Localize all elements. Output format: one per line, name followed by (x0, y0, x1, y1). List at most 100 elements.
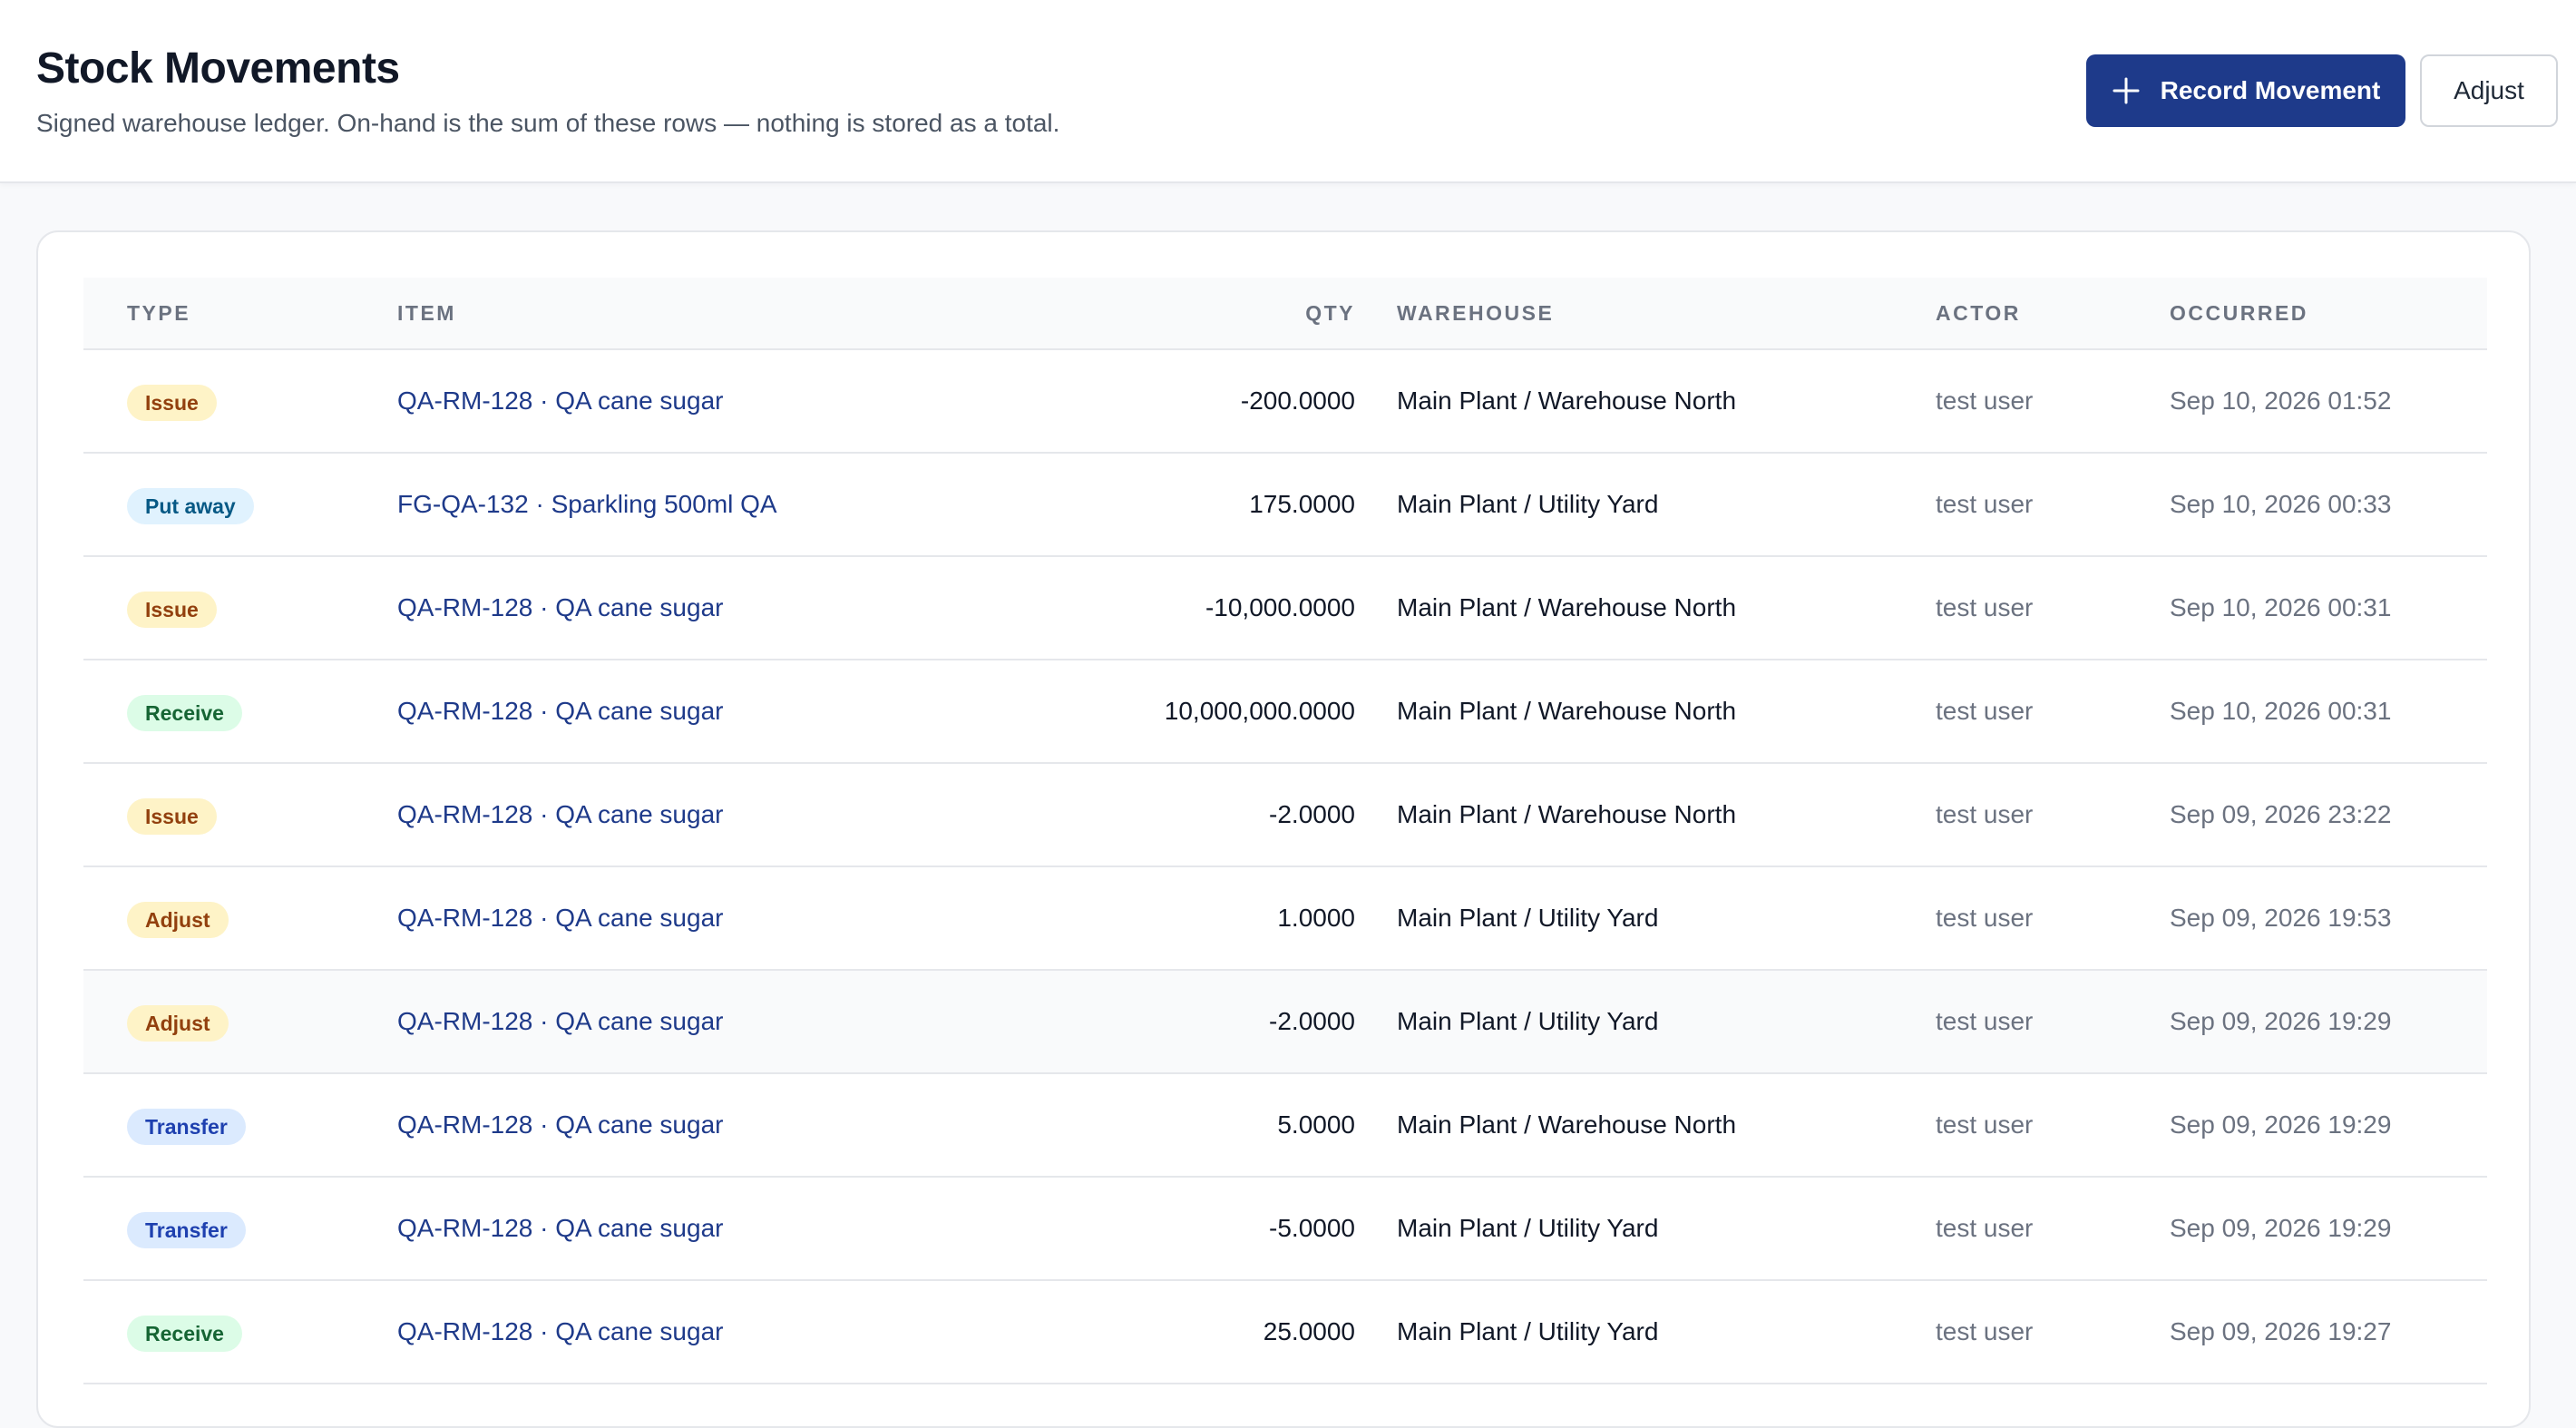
item-cell: QA-RM-128 · QA cane sugar (397, 971, 723, 1072)
table-row[interactable]: Receive QA-RM-128 · QA cane sugar 10,000,0… (83, 660, 2487, 764)
table-row[interactable]: Put away FG-QA-132 · Sparkling 500ml QA 17… (83, 454, 2487, 557)
column-header-qty[interactable]: QTY (1305, 278, 1355, 348)
plus-icon (2113, 77, 2140, 104)
movements-table: TYPE ITEM QTY WAREHOUSE ACTOR OCCURRED I… (83, 278, 2487, 1384)
page-title: Stock Movements (36, 44, 400, 93)
actor-cell: test user (1936, 1007, 2034, 1035)
item-cell: QA-RM-128 · QA cane sugar (397, 1074, 723, 1176)
qty-cell: 1.0000 (1277, 904, 1355, 932)
item-cell: QA-RM-128 · QA cane sugar (397, 1281, 723, 1383)
table-row[interactable]: Transfer QA-RM-128 · QA cane sugar -5.0000… (83, 1178, 2487, 1281)
warehouse-cell: Main Plant / Utility Yard (1397, 490, 1659, 518)
item-link[interactable]: QA-RM-128 · QA cane sugar (397, 593, 723, 621)
table-row[interactable]: Adjust QA-RM-128 · QA cane sugar -2.0000 Ma… (83, 971, 2487, 1074)
occurred-cell: Sep 10, 2026 00:33 (2170, 490, 2392, 518)
warehouse-cell: Main Plant / Warehouse North (1397, 386, 1737, 415)
item-link[interactable]: QA-RM-128 · QA cane sugar (397, 1007, 723, 1035)
adjust-label: Adjust (2454, 76, 2524, 104)
occurred-cell: Sep 10, 2026 00:31 (2170, 593, 2392, 621)
warehouse-cell: Main Plant / Utility Yard (1397, 904, 1659, 932)
type-badge: Issue (127, 384, 217, 421)
column-header-type[interactable]: TYPE (127, 278, 190, 348)
warehouse-cell: Main Plant / Warehouse North (1397, 1110, 1737, 1139)
type-badge: Adjust (127, 1004, 229, 1042)
item-cell: QA-RM-128 · QA cane sugar (397, 867, 723, 969)
item-cell: QA-RM-128 · QA cane sugar (397, 660, 723, 762)
actor-cell: test user (1936, 800, 2034, 828)
column-header-item[interactable]: ITEM (397, 278, 456, 348)
table-row[interactable]: Issue QA-RM-128 · QA cane sugar -2.0000 Mai… (83, 764, 2487, 867)
page-header: Stock Movements Signed warehouse ledger.… (0, 0, 2576, 183)
actor-cell: test user (1936, 386, 2034, 415)
type-badge: Transfer (127, 1108, 246, 1145)
actor-cell: test user (1936, 904, 2034, 932)
type-badge: Issue (127, 591, 217, 628)
type-cell: Put away (127, 454, 254, 555)
type-cell: Transfer (127, 1178, 246, 1279)
type-cell: Issue (127, 350, 217, 452)
type-cell: Adjust (127, 971, 229, 1072)
qty-cell: -5.0000 (1269, 1214, 1355, 1242)
qty-cell: 25.0000 (1263, 1317, 1355, 1345)
type-badge: Adjust (127, 901, 229, 938)
table-header: TYPE ITEM QTY WAREHOUSE ACTOR OCCURRED (83, 278, 2487, 350)
actor-cell: test user (1936, 1110, 2034, 1139)
actor-cell: test user (1936, 593, 2034, 621)
table-row[interactable]: Adjust QA-RM-128 · QA cane sugar 1.0000 Mai… (83, 867, 2487, 971)
column-header-warehouse[interactable]: WAREHOUSE (1397, 278, 1554, 348)
item-link[interactable]: QA-RM-128 · QA cane sugar (397, 904, 723, 932)
item-link[interactable]: FG-QA-132 · Sparkling 500ml QA (397, 490, 777, 518)
actor-cell: test user (1936, 490, 2034, 518)
occurred-cell: Sep 10, 2026 00:31 (2170, 697, 2392, 725)
warehouse-cell: Main Plant / Warehouse North (1397, 593, 1737, 621)
warehouse-cell: Main Plant / Utility Yard (1397, 1317, 1659, 1345)
table-row[interactable]: Issue QA-RM-128 · QA cane sugar -200.0000 M… (83, 350, 2487, 454)
qty-cell: -2.0000 (1269, 1007, 1355, 1035)
occurred-cell: Sep 09, 2026 19:53 (2170, 904, 2392, 932)
item-link[interactable]: QA-RM-128 · QA cane sugar (397, 1110, 723, 1139)
item-cell: FG-QA-132 · Sparkling 500ml QA (397, 454, 777, 555)
item-link[interactable]: QA-RM-128 · QA cane sugar (397, 1214, 723, 1242)
type-cell: Issue (127, 557, 217, 659)
actor-cell: test user (1936, 697, 2034, 725)
movements-card: TYPE ITEM QTY WAREHOUSE ACTOR OCCURRED I… (36, 230, 2531, 1428)
type-cell: Adjust (127, 867, 229, 969)
type-cell: Receive (127, 1281, 242, 1383)
qty-cell: -10,000.0000 (1205, 593, 1355, 621)
table-body: Issue QA-RM-128 · QA cane sugar -200.0000 M… (83, 350, 2487, 1384)
item-cell: QA-RM-128 · QA cane sugar (397, 764, 723, 866)
qty-cell: 175.0000 (1249, 490, 1355, 518)
item-cell: QA-RM-128 · QA cane sugar (397, 1178, 723, 1279)
actor-cell: test user (1936, 1317, 2034, 1345)
item-cell: QA-RM-128 · QA cane sugar (397, 557, 723, 659)
type-cell: Receive (127, 660, 242, 762)
occurred-cell: Sep 09, 2026 23:22 (2170, 800, 2392, 828)
type-badge: Receive (127, 694, 242, 731)
type-badge: Transfer (127, 1211, 246, 1248)
warehouse-cell: Main Plant / Utility Yard (1397, 1214, 1659, 1242)
item-link[interactable]: QA-RM-128 · QA cane sugar (397, 1317, 723, 1345)
occurred-cell: Sep 09, 2026 19:29 (2170, 1214, 2392, 1242)
qty-cell: -2.0000 (1269, 800, 1355, 828)
item-link[interactable]: QA-RM-128 · QA cane sugar (397, 800, 723, 828)
column-header-occurred[interactable]: OCCURRED (2170, 278, 2308, 348)
table-row[interactable]: Receive QA-RM-128 · QA cane sugar 25.0000 M… (83, 1281, 2487, 1384)
warehouse-cell: Main Plant / Utility Yard (1397, 1007, 1659, 1035)
type-badge: Put away (127, 487, 254, 524)
adjust-button[interactable]: Adjust (2420, 54, 2558, 127)
record-movement-button[interactable]: Record Movement (2086, 54, 2405, 127)
item-link[interactable]: QA-RM-128 · QA cane sugar (397, 697, 723, 725)
table-row[interactable]: Transfer QA-RM-128 · QA cane sugar 5.0000 M… (83, 1074, 2487, 1178)
warehouse-cell: Main Plant / Warehouse North (1397, 697, 1737, 725)
type-badge: Issue (127, 797, 217, 835)
item-cell: QA-RM-128 · QA cane sugar (397, 350, 723, 452)
occurred-cell: Sep 09, 2026 19:29 (2170, 1110, 2392, 1139)
column-header-actor[interactable]: ACTOR (1936, 278, 2021, 348)
type-cell: Transfer (127, 1074, 246, 1176)
type-cell: Issue (127, 764, 217, 866)
warehouse-cell: Main Plant / Warehouse North (1397, 800, 1737, 828)
table-row[interactable]: Issue QA-RM-128 · QA cane sugar -10,000.00… (83, 557, 2487, 660)
qty-cell: -200.0000 (1240, 386, 1355, 415)
type-badge: Receive (127, 1315, 242, 1352)
item-link[interactable]: QA-RM-128 · QA cane sugar (397, 386, 723, 415)
